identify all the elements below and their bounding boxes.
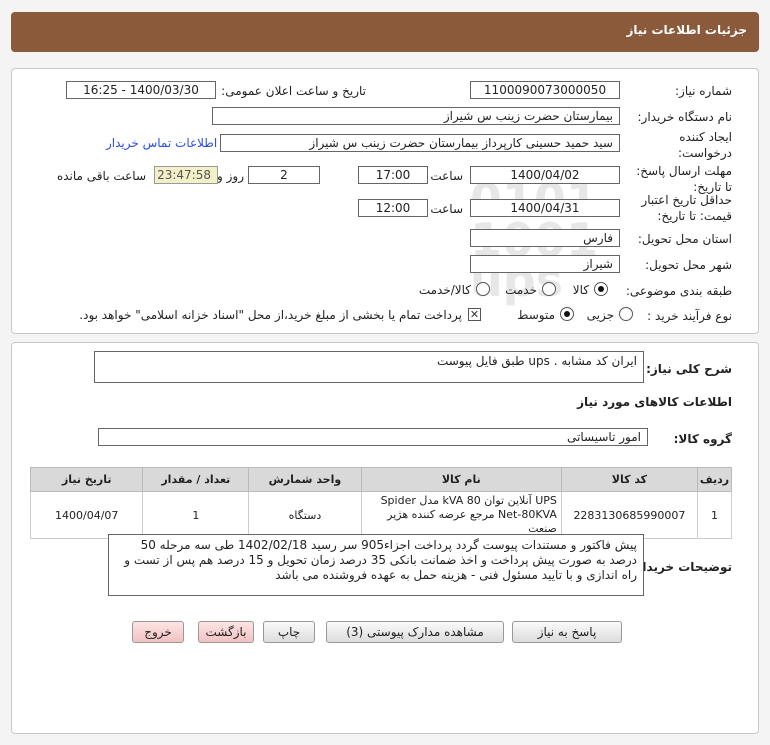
cell-row: 1	[696, 491, 733, 539]
treasury-payment-note: پرداخت تمام یا بخشی از مبلغ خرید،از محل …	[79, 308, 462, 322]
buyer-label: نام دستگاه خریدار:	[637, 110, 733, 124]
validity-time-field: 12:00	[358, 199, 428, 217]
category-radio-goods-service[interactable]	[476, 282, 490, 296]
need-number-label: شماره نیاز:	[675, 84, 732, 98]
page-header: جزئیات اطلاعات نیاز	[11, 12, 759, 52]
goods-group-label: گروه کالا:	[673, 432, 732, 446]
process-option-medium: متوسط	[517, 308, 555, 322]
validity-label-1: حداقل تاریخ اعتبار	[641, 193, 732, 207]
process-option-minor: جزیی	[586, 308, 614, 322]
province-field: فارس	[470, 229, 620, 247]
reply-button[interactable]: پاسخ به نیاز	[512, 621, 622, 643]
reply-deadline-label-1: مهلت ارسال پاسخ:	[636, 164, 732, 178]
cell-need-date: 1400/04/07	[29, 491, 144, 539]
col-row: ردیف	[696, 467, 733, 492]
reply-time-label: ساعت	[430, 169, 463, 183]
category-label: طبقه بندی موضوعی:	[625, 284, 732, 298]
page-title: جزئیات اطلاعات نیاز	[626, 23, 747, 37]
announce-label: تاریخ و ساعت اعلان عمومی:	[221, 84, 366, 98]
buyer-field: بیمارستان حضرت زینب س شیراز	[212, 107, 620, 125]
buyer-notes-label: توضیحات خریدار:	[630, 560, 732, 574]
category-option-service: خدمت	[505, 283, 537, 297]
table-row: 1400/04/07 1 دستگاه UPS آنلاین توان kVA …	[29, 491, 733, 539]
reply-deadline-label-2: تا تاریخ:	[693, 180, 732, 194]
remaining-time-field: 23:47:58	[154, 166, 218, 184]
description-field: ایران کد مشابه . ups طبق فایل پیوست	[94, 351, 644, 383]
category-option-goods-service: کالا/خدمت	[418, 283, 471, 297]
city-field: شیراز	[470, 255, 620, 273]
treasury-payment-checkbox[interactable]: ✕	[468, 308, 481, 321]
creator-label-2: درخواست:	[678, 146, 732, 160]
cell-unit: دستگاه	[248, 491, 362, 539]
category-option-goods: کالا	[572, 283, 589, 297]
col-name: نام کالا	[360, 467, 562, 492]
process-radio-medium[interactable]	[560, 307, 574, 321]
reply-date-field: 1400/04/02	[470, 166, 620, 184]
back-button[interactable]: بازگشت	[198, 621, 254, 643]
goods-group-field: امور تاسیساتی	[98, 428, 648, 446]
process-radio-minor[interactable]	[619, 307, 633, 321]
buyer-notes-field: پیش فاکتور و مستندات پیوست گردد پرداخت ا…	[108, 534, 644, 596]
goods-table-header: تاریخ نیاز تعداد / مقدار واحد شمارش نام …	[29, 467, 733, 492]
category-radio-goods[interactable]	[594, 282, 608, 296]
cell-code: 2283130685990007	[560, 491, 698, 539]
exit-button[interactable]: خروج	[132, 621, 184, 643]
need-number-field: 1100090073000050	[470, 81, 620, 99]
goods-table: تاریخ نیاز تعداد / مقدار واحد شمارش نام …	[29, 467, 733, 539]
remaining-time-label: ساعت باقی مانده	[56, 169, 146, 183]
cell-name: UPS آنلاین توان kVA 80 مدل Spider Net-80…	[360, 491, 562, 539]
validity-date-field: 1400/04/31	[470, 199, 620, 217]
creator-field: سید حمید حسینی کارپرداز بیمارستان حضرت ز…	[220, 134, 620, 152]
reply-time-field: 17:00	[358, 166, 428, 184]
announce-field: 1400/03/30 - 16:25	[66, 81, 216, 99]
col-quantity: تعداد / مقدار	[142, 467, 250, 492]
days-label: روز و	[217, 169, 244, 183]
process-label: نوع فرآیند خرید :	[647, 309, 732, 323]
category-radio-service[interactable]	[542, 282, 556, 296]
validity-time-label: ساعت	[430, 202, 463, 216]
city-label: شهر محل تحویل:	[645, 258, 732, 272]
goods-section-title: اطلاعات کالاهای مورد نیاز	[577, 395, 732, 409]
col-code: کد کالا	[560, 467, 698, 492]
description-label: شرح کلی نیاز:	[646, 362, 732, 376]
days-field: 2	[248, 166, 320, 184]
print-button[interactable]: چاپ	[263, 621, 315, 643]
cell-quantity: 1	[142, 491, 250, 539]
buyer-contact-link[interactable]: اطلاعات تماس خریدار	[106, 136, 217, 150]
province-label: استان محل تحویل:	[637, 232, 732, 246]
col-need-date: تاریخ نیاز	[29, 467, 144, 492]
attachments-button[interactable]: مشاهده مدارک پیوستی (3)	[326, 621, 504, 643]
creator-label-1: ایجاد کننده	[679, 130, 732, 144]
col-unit: واحد شمارش	[248, 467, 362, 492]
validity-label-2: قیمت: تا تاریخ:	[657, 209, 732, 223]
